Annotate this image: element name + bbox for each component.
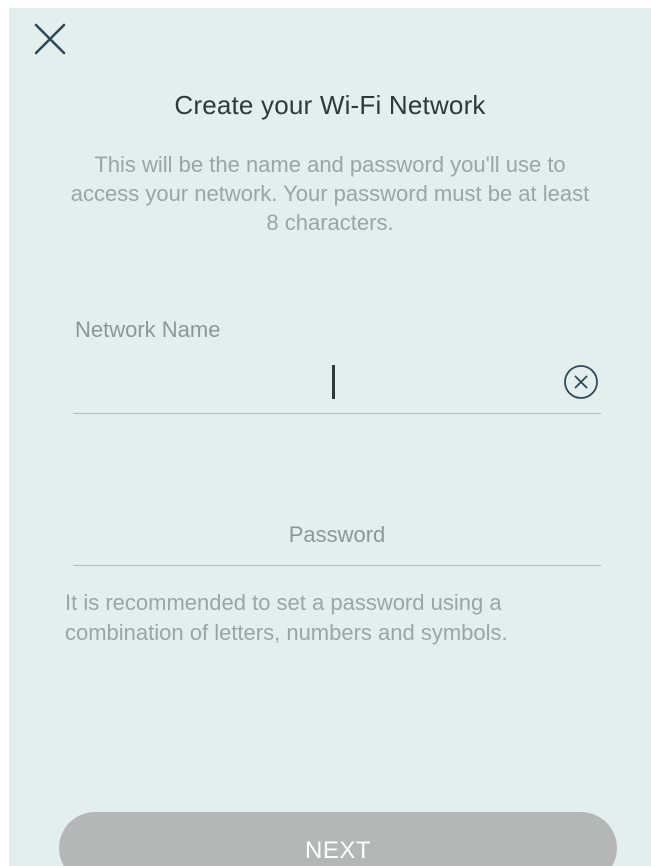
clear-circle-x-icon bbox=[564, 365, 598, 399]
text-cursor bbox=[332, 365, 335, 399]
password-hint: It is recommended to set a password usin… bbox=[65, 590, 508, 645]
next-button[interactable]: NEXT bbox=[59, 812, 617, 866]
wifi-setup-screen: Create your Wi-Fi Network This will be t… bbox=[9, 8, 651, 866]
network-name-label: Network Name bbox=[75, 317, 221, 342]
password-input[interactable] bbox=[73, 504, 601, 566]
network-name-input[interactable] bbox=[73, 354, 601, 414]
close-icon bbox=[34, 23, 66, 55]
page-subtitle: This will be the name and password you'l… bbox=[70, 152, 590, 235]
close-button[interactable] bbox=[33, 22, 67, 56]
page-title: Create your Wi-Fi Network bbox=[174, 90, 486, 120]
clear-network-name-button[interactable] bbox=[563, 364, 599, 400]
